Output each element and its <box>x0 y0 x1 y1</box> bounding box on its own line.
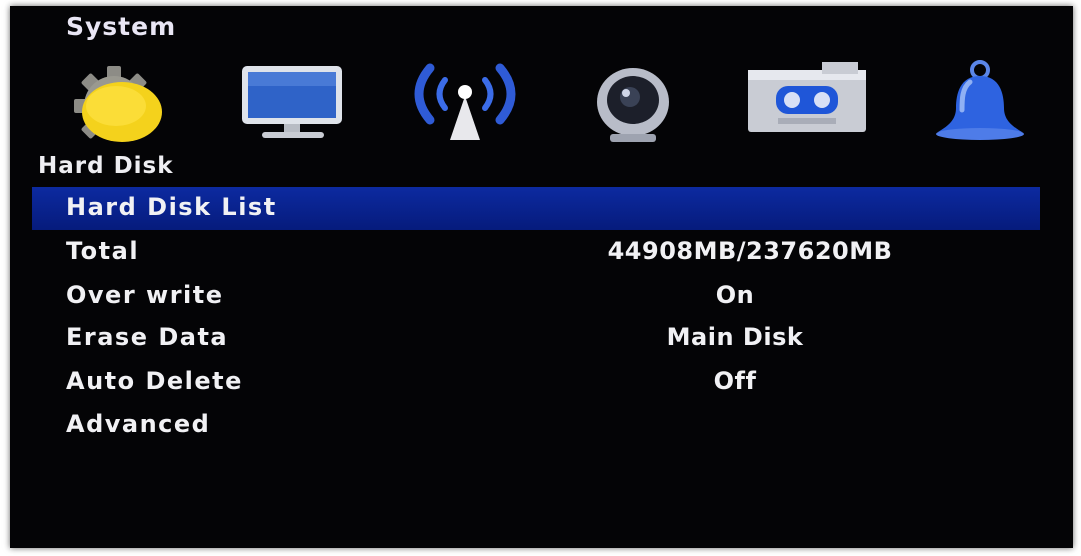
menu-item-total[interactable]: Total 44908MB/237620MB <box>10 233 1073 273</box>
menu-item-value[interactable]: Main Disk <box>570 323 900 351</box>
menu-item-label: Total <box>66 237 140 265</box>
dvr-menu-screen: System Hard Disk Hard Disk List Total 44… <box>10 6 1073 548</box>
section-title: Hard Disk <box>38 153 174 179</box>
menu-item-value[interactable]: Off <box>570 367 900 395</box>
menu-item-value[interactable]: On <box>570 281 900 309</box>
bell-icon[interactable] <box>930 60 1030 142</box>
camera-icon[interactable] <box>588 62 678 146</box>
record-icon[interactable] <box>744 62 874 138</box>
gear-icon[interactable] <box>54 64 184 144</box>
menu-item-label: Hard Disk List <box>66 193 277 221</box>
menu-item-over-write[interactable]: Over write On <box>10 277 1073 317</box>
menu-title: System <box>66 12 177 41</box>
monitor-icon[interactable] <box>238 64 348 144</box>
menu-item-label: Erase Data <box>66 323 229 351</box>
menu-item-erase-data[interactable]: Erase Data Main Disk <box>10 319 1073 359</box>
menu-item-label: Over write <box>66 281 224 309</box>
menu-item-label: Advanced <box>66 410 211 438</box>
menu-item-value: 44908MB/237620MB <box>607 237 893 265</box>
network-icon[interactable] <box>400 58 530 144</box>
menu-item-auto-delete[interactable]: Auto Delete Off <box>10 363 1073 403</box>
menu-item-advanced[interactable]: Advanced <box>10 406 1073 446</box>
menu-item-label: Auto Delete <box>66 367 243 395</box>
menu-item-hard-disk-list[interactable]: Hard Disk List <box>10 189 1073 229</box>
